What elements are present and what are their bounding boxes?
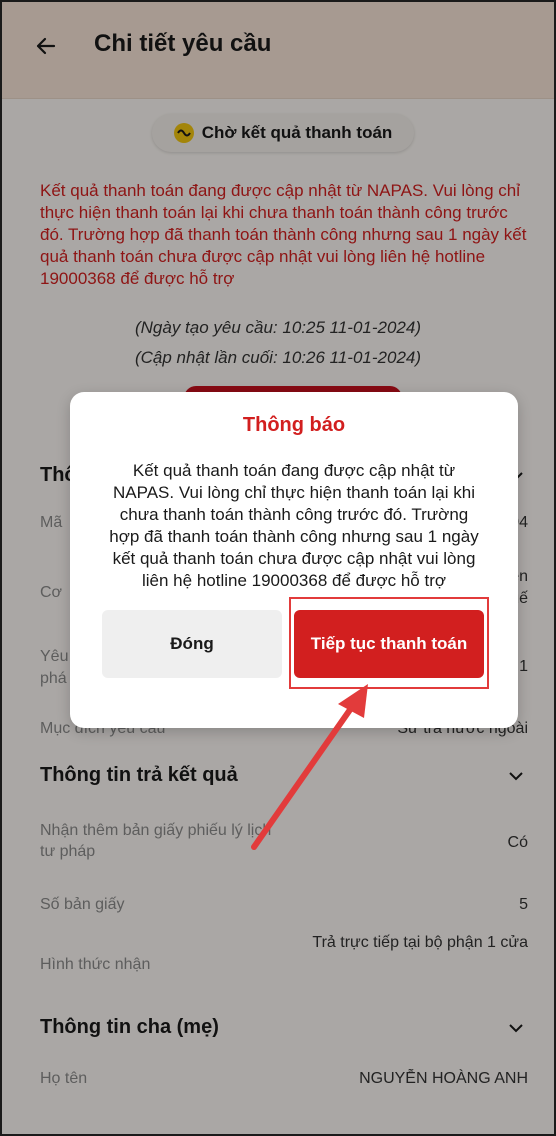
app-screen: Chi tiết yêu cầu Chờ kết quả thanh toán …: [0, 0, 556, 1136]
annotation-arrow-icon: [251, 684, 368, 850]
